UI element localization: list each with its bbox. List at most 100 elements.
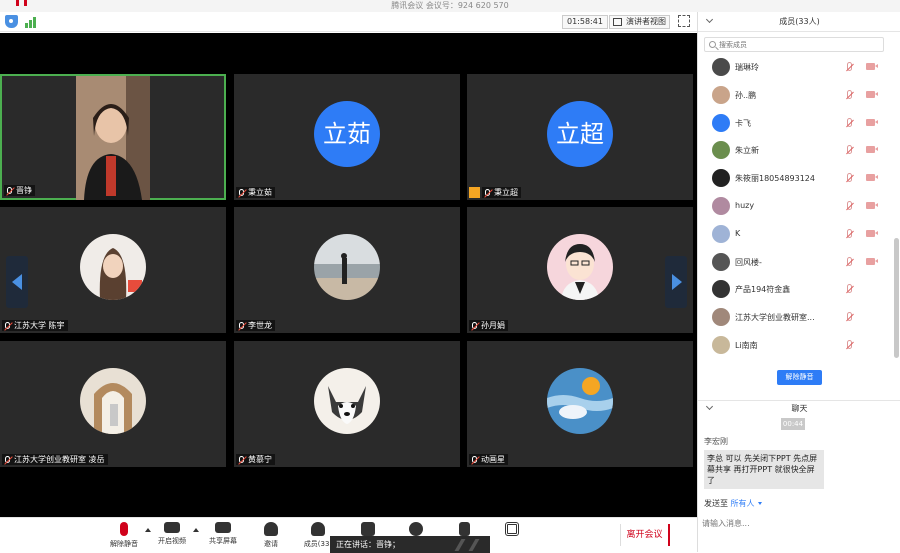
unmute-all-button[interactable]: 解除静音 (777, 370, 822, 385)
member-row[interactable]: 回风楼- (698, 249, 900, 277)
speaking-text: 正在讲话：晋铮； (336, 540, 400, 549)
participant-name: 江苏大学创业教研室 凌岳 (14, 455, 105, 464)
next-page-arrow[interactable] (665, 256, 687, 308)
mic-muted-icon (472, 456, 477, 463)
participant-name-label: 动画星 (469, 454, 508, 465)
send-to-target[interactable]: 所有人 (731, 499, 755, 508)
member-search[interactable] (704, 37, 884, 52)
participant-name: 动画星 (481, 455, 505, 464)
unmute-label: 解除静音 (110, 540, 138, 548)
mic-muted-icon (5, 322, 10, 329)
member-search-input[interactable] (719, 39, 879, 50)
mic-muted-icon[interactable] (847, 117, 852, 127)
video-tile[interactable]: 晋铮 (0, 74, 226, 200)
mic-muted-icon (239, 322, 244, 329)
signal-icon[interactable] (25, 15, 39, 28)
avatar (712, 280, 730, 299)
mic-muted-icon (472, 322, 477, 329)
video-tile[interactable]: 孙月娟 (467, 207, 693, 333)
camera-off-icon[interactable] (866, 229, 878, 237)
mic-muted-icon[interactable] (847, 228, 852, 238)
search-icon (709, 41, 716, 48)
member-row[interactable]: K (698, 221, 900, 249)
member-name: 朱筱丽18054893124 (735, 174, 815, 184)
video-tile[interactable]: 动画星 (467, 341, 693, 467)
invite-button[interactable]: 邀请 (249, 520, 293, 552)
member-name: 江苏大学创业教研室... (735, 313, 815, 323)
share-screen-label: 共享屏幕 (209, 537, 237, 545)
member-row[interactable]: 瑞琳玲 (698, 54, 900, 82)
chat-input[interactable] (702, 516, 892, 530)
avatar (712, 58, 730, 76)
member-name: 卡飞 (735, 118, 751, 128)
member-row[interactable]: 产品194符金鑫 (698, 276, 900, 304)
meeting-toolbar: 解除静音 开启视频 共享屏幕 邀请 成员(33) 离开会议 正在讲话：晋铮； (0, 517, 697, 553)
member-row[interactable]: 朱筱丽18054893124 (698, 165, 900, 193)
video-options-caret[interactable] (193, 528, 199, 532)
video-tile[interactable]: 李世龙 (234, 207, 460, 333)
mic-muted-icon (485, 189, 490, 196)
member-row[interactable]: 孙..鹏 (698, 82, 900, 110)
camera-off-icon[interactable] (866, 201, 878, 209)
avatar (712, 85, 730, 104)
avatar (314, 368, 380, 434)
camera-off-icon[interactable] (866, 90, 878, 98)
avatar (712, 252, 730, 271)
video-tile[interactable]: 立茹 秉立茹 (234, 74, 460, 200)
grid-apps-icon (505, 522, 519, 536)
camera-off-icon[interactable] (866, 174, 878, 182)
send-to-selector[interactable]: 发送至 所有人 (704, 498, 762, 509)
avatar (712, 335, 730, 354)
mic-muted-icon[interactable] (847, 312, 852, 322)
mic-muted-icon[interactable] (847, 256, 852, 266)
settings-button[interactable] (490, 520, 534, 552)
mic-muted-icon[interactable] (847, 89, 852, 99)
chevron-down-icon[interactable] (757, 502, 762, 505)
send-to-label: 发送至 (704, 499, 728, 508)
member-row[interactable]: huzy (698, 193, 900, 221)
prev-page-arrow[interactable] (6, 256, 28, 308)
chat-title: 聊天 (791, 404, 808, 413)
member-row[interactable]: Li南南 (698, 332, 900, 360)
camera-off-icon[interactable] (866, 257, 878, 265)
member-row[interactable]: 江苏大学创业教研室... (698, 304, 900, 332)
mic-muted-icon[interactable] (847, 62, 852, 71)
mic-muted-icon[interactable] (847, 339, 852, 349)
chat-message: 李总 可以 先关闭下PPT 先点屏幕共享 再打开PPT 就很快全屏了 (704, 450, 824, 489)
window-title: 腾讯会议 会议号：924 620 570 (391, 1, 509, 10)
mic-muted-icon[interactable] (847, 200, 852, 210)
video-tile[interactable]: 江苏大学 陈宇 (0, 207, 226, 333)
mic-muted-icon[interactable] (847, 173, 852, 183)
invite-label: 邀请 (264, 540, 278, 548)
speaking-indicator: 正在讲话：晋铮； (330, 536, 490, 553)
mic-muted-icon[interactable] (847, 284, 852, 294)
unmute-button[interactable]: 解除静音 (102, 520, 146, 552)
member-row[interactable]: 卡飞 (698, 110, 900, 138)
member-name: Li南南 (735, 340, 758, 350)
video-tile[interactable]: 立超 秉立超 (467, 74, 693, 200)
share-screen-button[interactable]: 共享屏幕 (201, 520, 245, 552)
participant-name-label: 秉立超 (482, 187, 521, 198)
document-icon (458, 522, 470, 536)
camera-off-icon[interactable] (866, 146, 878, 154)
add-user-icon (264, 522, 278, 536)
speaker-view-button[interactable]: 演讲者视图 (609, 15, 670, 29)
chat-header: 聊天 (698, 400, 900, 418)
camera-off-icon[interactable] (866, 118, 878, 126)
start-video-button[interactable]: 开启视频 (150, 520, 194, 552)
fullscreen-icon[interactable] (678, 15, 690, 27)
participant-video (76, 76, 150, 200)
shield-icon[interactable] (5, 15, 18, 28)
chat-timestamp: 00:44 (781, 418, 805, 430)
mic-muted-icon[interactable] (847, 145, 852, 155)
member-row[interactable]: 朱立新 (698, 137, 900, 165)
member-list-scrollbar[interactable] (894, 238, 899, 358)
leave-meeting-button[interactable]: 离开会议 (620, 524, 670, 546)
avatar (712, 141, 730, 160)
avatar (314, 234, 380, 300)
video-tile[interactable]: 江苏大学创业教研室 凌岳 (0, 341, 226, 467)
camera-off-icon[interactable] (866, 63, 878, 70)
participant-name-label: 晋铮 (4, 185, 35, 196)
video-tile[interactable]: 黄慕宁 (234, 341, 460, 467)
avatar (712, 169, 730, 188)
